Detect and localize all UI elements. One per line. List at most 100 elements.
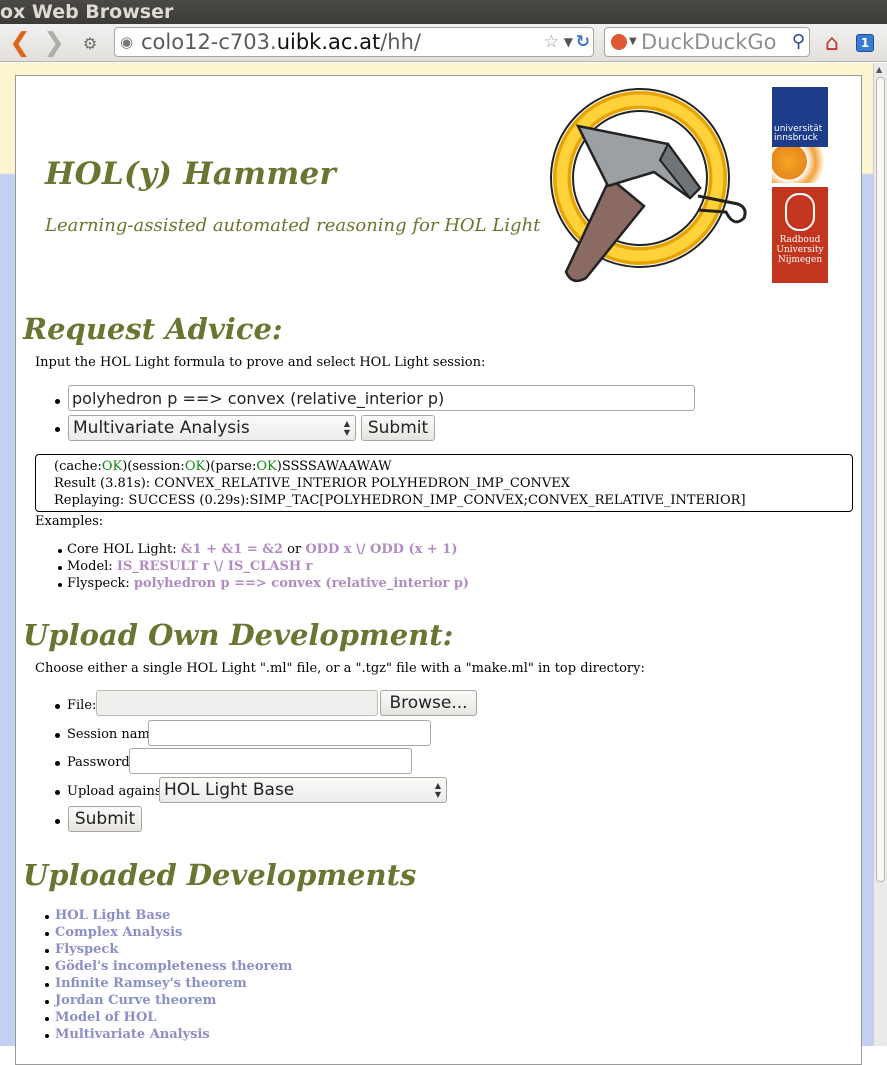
request-advice-heading: Request Advice: <box>23 312 283 346</box>
browser-toolbar: ❮ ❯ ⚙ ◉ colo12-c703.uibk.ac.at/hh/ ☆ ▼ ↻… <box>0 24 887 62</box>
search-engine-dropdown-icon[interactable]: ▼ <box>629 28 637 56</box>
home-icon: ⌂ <box>825 30 839 56</box>
search-bar[interactable]: ▼ DuckDuckGo ⚲ <box>604 27 810 57</box>
development-link[interactable]: HOL Light Base <box>55 908 170 923</box>
development-link[interactable]: Model of HOL <box>55 1010 156 1025</box>
duckduckgo-icon[interactable] <box>611 34 627 50</box>
file-label: File: <box>67 698 97 713</box>
bullet <box>45 1034 49 1038</box>
globe-icon: ◉ <box>120 33 134 51</box>
site-title: HOL(y) Hammer <box>45 156 337 192</box>
window-title-bar: ox Web Browser <box>0 0 887 24</box>
url-dropdown-icon[interactable]: ▼ <box>564 28 573 56</box>
development-link[interactable]: Complex Analysis <box>55 925 182 940</box>
example-model: Model: IS_RESULT r \/ IS_CLASH r <box>67 559 313 574</box>
result-status-line: (cache:OK)(session:OK)(parse:OK)SSSSAWAA… <box>54 459 392 474</box>
bullet <box>55 761 60 766</box>
scroll-up-arrow-icon[interactable]: ▲ <box>876 65 882 74</box>
scrollbar-thumb[interactable] <box>876 77 885 882</box>
tab-count: 1 <box>855 34 875 52</box>
examples-label: Examples: <box>35 514 104 529</box>
forward-button[interactable]: ❯ <box>40 28 68 58</box>
innsbruck-logo-text: universität innsbruck <box>774 124 823 143</box>
innsbruck-logo: universität innsbruck <box>772 87 828 183</box>
development-link[interactable]: Multivariate Analysis <box>55 1027 210 1042</box>
tab-groups-button[interactable]: 1 <box>850 29 880 57</box>
hammer-logo <box>550 88 747 283</box>
request-submit-button[interactable]: Submit <box>361 415 435 441</box>
select-arrows-icon: ▲ ▼ <box>434 781 441 799</box>
puzzle-icon: ⚙ <box>82 33 98 53</box>
url-domain: uibk.ac.at <box>276 30 381 54</box>
development-link[interactable]: Flyspeck <box>55 942 118 957</box>
bullet <box>55 399 60 404</box>
example-link-core-2[interactable]: ODD x \/ ODD (x + 1) <box>305 542 457 557</box>
example-link-flyspeck[interactable]: polyhedron p ==> convex (relative_interi… <box>134 576 469 591</box>
uploaded-heading: Uploaded Developments <box>23 858 417 892</box>
development-link[interactable]: Gödel's incompleteness theorem <box>55 959 292 974</box>
select-arrows-icon: ▲ ▼ <box>343 419 350 437</box>
url-path: /hh/ <box>380 30 421 54</box>
bullet <box>45 1017 49 1021</box>
upload-submit-button[interactable]: Submit <box>68 806 142 832</box>
example-link-model[interactable]: IS_RESULT r \/ IS_CLASH r <box>117 559 313 574</box>
search-placeholder: DuckDuckGo <box>641 30 777 54</box>
session-select-value: Multivariate Analysis <box>73 418 250 438</box>
back-arrow-icon: ❮ <box>9 28 31 58</box>
bookmark-star-icon[interactable]: ☆ <box>544 28 559 56</box>
home-button[interactable]: ⌂ <box>818 29 846 57</box>
page-content: HOL(y) Hammer Learning-assisted automate… <box>15 75 862 1065</box>
replay-line: Replaying: SUCCESS (0.29s):SIMP_TAC[POLY… <box>54 493 746 508</box>
password-input[interactable] <box>129 748 412 774</box>
window-title: ox Web Browser <box>0 1 174 23</box>
bullet <box>55 704 60 709</box>
browse-button[interactable]: Browse... <box>380 690 477 716</box>
bullet <box>45 949 49 953</box>
bullet <box>45 1000 49 1004</box>
reload-icon[interactable]: ↻ <box>576 28 590 56</box>
formula-input[interactable] <box>68 385 695 411</box>
result-line: Result (3.81s): CONVEX_RELATIVE_INTERIOR… <box>54 476 571 491</box>
page-viewport: HOL(y) Hammer Learning-assisted automate… <box>0 63 873 1065</box>
bullet <box>55 819 60 824</box>
upload-against-select[interactable]: HOL Light Base ▲ ▼ <box>159 777 447 803</box>
radboud-logo: Radboud University Nijmegen <box>772 187 828 283</box>
site-subtitle: Learning-assisted automated reasoning fo… <box>45 215 541 236</box>
session-name-input[interactable] <box>148 720 431 746</box>
example-link-core-1[interactable]: &1 + &1 = &2 <box>181 542 283 557</box>
bullet <box>45 966 49 970</box>
session-select[interactable]: Multivariate Analysis ▲ ▼ <box>68 415 356 441</box>
forward-arrow-icon: ❯ <box>43 28 65 58</box>
bullet <box>55 790 60 795</box>
radboud-logo-text-2: University <box>776 245 824 255</box>
upload-against-label: Upload against: <box>67 784 172 799</box>
radboud-seal-icon <box>785 193 815 231</box>
result-box: (cache:OK)(session:OK)(parse:OK)SSSSAWAA… <box>35 454 853 512</box>
bullet <box>55 733 60 738</box>
example-flyspeck: Flyspeck: polyhedron p ==> convex (relat… <box>67 576 470 591</box>
password-label: Password: <box>67 755 135 770</box>
bullet <box>55 427 60 432</box>
request-instruction: Input the HOL Light formula to prove and… <box>35 355 486 370</box>
radboud-logo-text-1: Radboud <box>779 235 821 245</box>
upload-heading: Upload Own Development: <box>23 618 454 652</box>
bullet <box>45 915 49 919</box>
bullet <box>45 983 49 987</box>
development-link[interactable]: Infinite Ramsey's theorem <box>55 976 247 991</box>
bullet <box>58 583 62 587</box>
upload-against-value: HOL Light Base <box>164 780 295 800</box>
url-bar[interactable]: ◉ colo12-c703.uibk.ac.at/hh/ ☆ ▼ ↻ <box>114 27 594 57</box>
bullet <box>45 932 49 936</box>
development-link[interactable]: Jordan Curve theorem <box>55 993 216 1008</box>
bullet <box>58 549 62 553</box>
back-button[interactable]: ❮ <box>6 28 34 58</box>
upload-instruction: Choose either a single HOL Light ".ml" f… <box>35 661 645 676</box>
bullet <box>58 566 62 570</box>
addon-button[interactable]: ⚙ <box>76 29 104 57</box>
vertical-scrollbar[interactable]: ▲ <box>873 63 887 1046</box>
radboud-logo-text-3: Nijmegen <box>777 255 823 265</box>
url-prefix: colo12-c703. <box>141 30 277 54</box>
file-path-field[interactable] <box>96 690 378 716</box>
search-icon[interactable]: ⚲ <box>792 28 805 56</box>
example-core: Core HOL Light: &1 + &1 = &2 or ODD x \/… <box>67 542 458 557</box>
